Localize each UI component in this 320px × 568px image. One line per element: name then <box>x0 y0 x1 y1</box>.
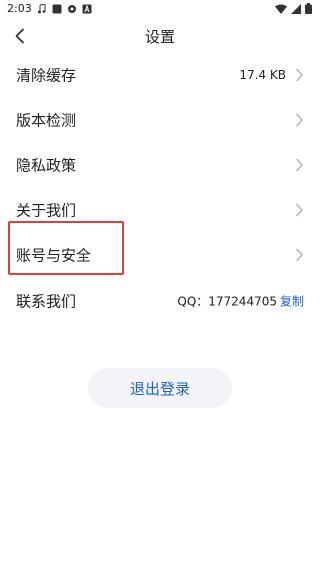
settings-item-contact-us: 联系我们 QQ：177244705 复制 <box>0 278 320 324</box>
settings-item-privacy-policy[interactable]: 隐私政策 <box>0 142 320 188</box>
settings-item-label: 联系我们 <box>16 292 77 311</box>
a-badge-icon <box>82 3 92 13</box>
app-header: 设置 <box>0 18 320 54</box>
chevron-right-icon <box>296 68 303 82</box>
wifi-icon <box>275 4 287 14</box>
settings-item-label: 隐私政策 <box>16 156 77 175</box>
chevron-right-icon <box>296 248 303 262</box>
settings-item-label: 版本检测 <box>16 111 77 130</box>
settings-item-label: 账号与安全 <box>16 246 92 265</box>
qq-number: QQ：177244705 <box>177 294 277 309</box>
chevron-right-icon <box>296 203 303 217</box>
settings-item-account-security[interactable]: 账号与安全 <box>0 232 320 278</box>
status-time: 2:03 <box>7 2 32 15</box>
settings-item-label: 关于我们 <box>16 201 77 220</box>
chevron-right-icon <box>296 113 303 127</box>
status-left: 2:03 <box>7 2 92 15</box>
settings-item-label: 清除缓存 <box>16 66 77 85</box>
settings-item-clear-cache[interactable]: 清除缓存 17.4 KB <box>0 52 320 98</box>
status-right <box>275 3 312 14</box>
logout-button[interactable]: 退出登录 <box>88 368 232 408</box>
media-square-icon <box>52 4 62 13</box>
circle-dot-icon <box>67 4 76 13</box>
battery-icon <box>305 3 312 14</box>
settings-item-version-check[interactable]: 版本检测 <box>0 97 320 143</box>
signal-icon <box>291 3 301 14</box>
copy-link[interactable]: 复制 <box>280 293 304 310</box>
music-note-icon <box>37 3 46 13</box>
contact-qq: QQ：177244705 复制 <box>177 293 304 310</box>
chevron-right-icon <box>296 158 303 172</box>
status-bar: 2:03 <box>0 0 320 18</box>
settings-item-about-us[interactable]: 关于我们 <box>0 187 320 233</box>
page-title: 设置 <box>144 28 175 46</box>
cache-size-value: 17.4 KB <box>239 68 286 82</box>
